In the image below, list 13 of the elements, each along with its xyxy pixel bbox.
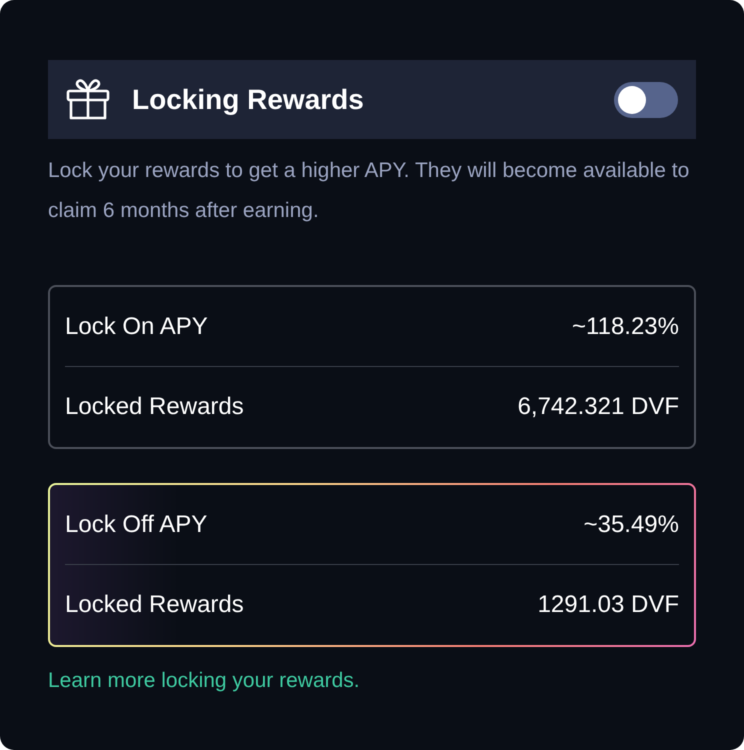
row-value: 1291.03 DVF bbox=[538, 590, 679, 620]
section-title: Locking Rewards bbox=[132, 82, 364, 117]
row-label: Locked Rewards bbox=[65, 590, 244, 620]
row-label: Lock On APY bbox=[65, 312, 208, 342]
row-label: Locked Rewards bbox=[65, 392, 244, 422]
lock-toggle[interactable] bbox=[614, 82, 678, 118]
learn-more-link[interactable]: Learn more locking your rewards. bbox=[48, 665, 360, 696]
row-value: 6,742.321 DVF bbox=[518, 392, 679, 422]
row-value: ~35.49% bbox=[584, 510, 679, 540]
description-text: Lock your rewards to get a higher APY. They will become available to claim 6 months after earning. bbox=[48, 158, 690, 224]
gift-icon bbox=[66, 78, 110, 120]
row-label: Lock Off APY bbox=[65, 510, 208, 540]
row-value: ~118.23% bbox=[572, 312, 679, 342]
